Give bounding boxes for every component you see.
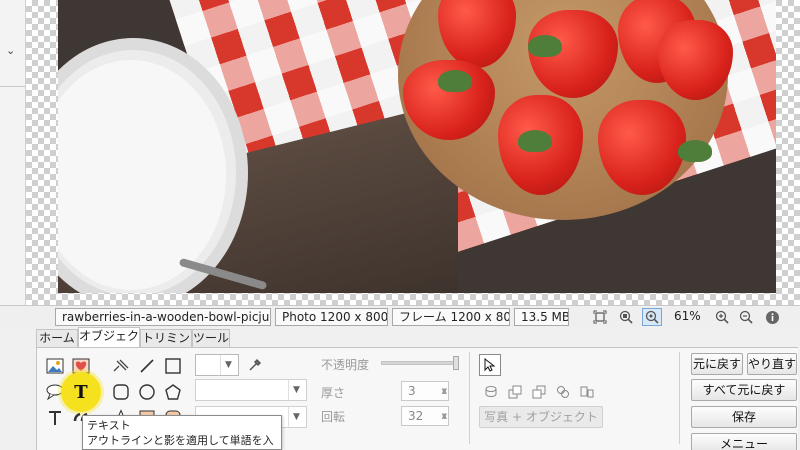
line-tool-icon[interactable] (135, 354, 159, 378)
chevron-down-icon: ▼ (288, 407, 304, 427)
tooltip-title: テキスト (87, 419, 131, 432)
toolbox-divider (469, 352, 470, 444)
rounded-rect-tool-icon[interactable] (109, 380, 133, 404)
ribbon-tabs: ホーム オブジェクト トリミング ツール (0, 327, 800, 362)
color-dropdown[interactable]: ▼ (195, 354, 239, 376)
text-tool-icon: T (74, 381, 88, 403)
menu-button[interactable]: メニュー (691, 433, 797, 450)
merge-objects-icon[interactable] (577, 382, 597, 402)
zoom-fit-icon[interactable] (616, 308, 636, 326)
rotation-input[interactable]: 32 ▲ ▼ (401, 406, 449, 426)
chevron-down-icon: ▼ (220, 355, 236, 375)
editor-window: ⌄ rawberries-in-a-wooden-bowl-picjumbo-c (0, 0, 800, 450)
group-objects-icon[interactable] (553, 382, 573, 402)
text-tool-tooltip: テキスト アウトラインと影を適用して単語を入力 (82, 415, 282, 450)
strawberry-leaf (678, 140, 712, 162)
tab-home[interactable]: ホーム (36, 329, 78, 347)
strawberry-leaf (518, 130, 552, 152)
text-style-icon[interactable] (43, 406, 67, 430)
filename-field: rawberries-in-a-wooden-bowl-picjumbo-c (55, 308, 271, 326)
strawberry-leaf (438, 70, 472, 92)
bring-forward-icon[interactable] (505, 382, 525, 402)
redo-button[interactable]: やり直す (747, 353, 797, 375)
zoom-in-icon[interactable] (712, 308, 732, 326)
status-bar: rawberries-in-a-wooden-bowl-picjumbo-c P… (0, 305, 800, 327)
photo-size-field: Photo 1200 x 800 (275, 308, 388, 326)
tab-trimming[interactable]: トリミング (140, 329, 192, 362)
rectangle-tool-icon[interactable] (161, 354, 185, 378)
left-panel-divider (0, 86, 26, 87)
layer-stack-icon[interactable] (481, 382, 501, 402)
revert-all-button[interactable]: すべて元に戻す (691, 379, 797, 401)
canvas-area[interactable] (26, 0, 800, 305)
spin-down-icon[interactable]: ▼ (442, 382, 447, 400)
pentagon-tool-icon[interactable] (161, 380, 185, 404)
spin-down-icon[interactable]: ▼ (442, 407, 447, 425)
image-insert-icon[interactable] (43, 354, 67, 378)
rotation-label: 回転 (321, 410, 346, 424)
tab-tools[interactable]: ツール (192, 329, 230, 347)
strawberry-leaf (528, 35, 562, 57)
chevron-down-icon[interactable]: ⌄ (6, 44, 15, 57)
tab-object[interactable]: オブジェクト (78, 327, 140, 360)
ellipse-tool-icon[interactable] (135, 380, 159, 404)
crop-fit-icon[interactable] (590, 308, 610, 326)
rotation-value: 32 (408, 409, 424, 423)
opacity-slider[interactable] (381, 361, 457, 365)
frame-size-field: フレーム 1200 x 800 (392, 308, 510, 326)
photo-image[interactable] (58, 0, 776, 293)
send-backward-icon[interactable] (529, 382, 549, 402)
file-size-field: 13.5 MB (514, 308, 569, 326)
tooltip-description: アウトラインと影を適用して単語を入力 (87, 434, 274, 450)
chevron-down-icon: ▼ (288, 380, 304, 400)
opacity-slider-thumb[interactable] (453, 356, 459, 370)
line-style-dropdown[interactable]: ▼ (195, 379, 307, 401)
freehand-brush-icon[interactable] (109, 354, 133, 378)
toolbox-divider (679, 352, 680, 444)
info-icon[interactable] (762, 308, 782, 326)
thickness-input[interactable]: 3 ▲ ▼ (401, 381, 449, 401)
eyedropper-icon[interactable] (245, 355, 265, 375)
undo-button[interactable]: 元に戻す (691, 353, 743, 375)
left-panel: ⌄ (0, 0, 26, 305)
thickness-label: 厚さ (321, 386, 346, 400)
photo-plus-object-button[interactable]: 写真 + オブジェクト (479, 406, 603, 428)
zoom-actual-icon[interactable] (642, 308, 662, 326)
opacity-label: 不透明度 (321, 358, 370, 372)
thickness-value: 3 (408, 384, 416, 398)
select-pointer-icon[interactable] (479, 354, 501, 376)
save-button[interactable]: 保存 (691, 406, 797, 428)
zoom-level: 61% (674, 309, 701, 323)
zoom-out-icon[interactable] (736, 308, 756, 326)
